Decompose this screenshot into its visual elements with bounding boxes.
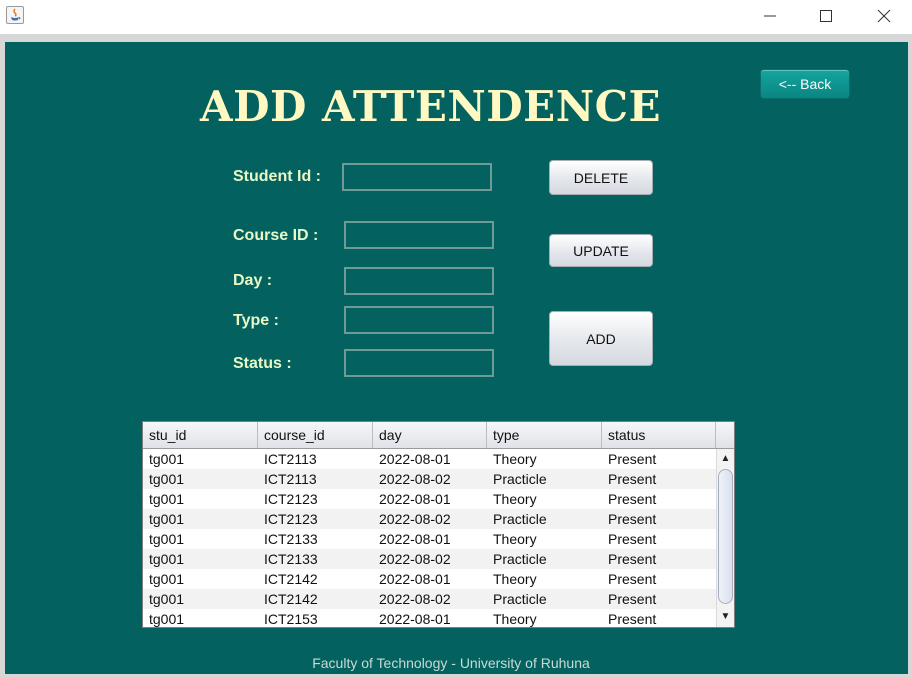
- course-id-field[interactable]: [344, 221, 494, 249]
- table-row[interactable]: tg001 ICT2142 2022-08-02 Practicle Present: [143, 589, 716, 609]
- table-row[interactable]: tg001 ICT2113 2022-08-01 Theory Present: [143, 449, 716, 469]
- cell-type: Theory: [493, 451, 537, 467]
- cell-type: Practicle: [493, 511, 547, 527]
- status-label: Status :: [233, 355, 292, 372]
- cell-stu-id: tg001: [149, 491, 185, 507]
- student-id-label: Student Id :: [233, 168, 321, 185]
- cell-day: 2022-08-01: [379, 611, 451, 627]
- table-row[interactable]: tg001 ICT2113 2022-08-02 Practicle Present: [143, 469, 716, 489]
- cell-stu-id: tg001: [149, 511, 185, 527]
- table-row[interactable]: tg001 ICT2133 2022-08-02 Practicle Present: [143, 549, 716, 569]
- cell-type: Theory: [493, 531, 537, 547]
- cell-type: Theory: [493, 571, 537, 587]
- cell-status: Present: [608, 611, 657, 627]
- column-header-day[interactable]: day: [373, 422, 487, 448]
- table-row[interactable]: tg001 ICT2133 2022-08-01 Theory Present: [143, 529, 716, 549]
- cell-status: Present: [608, 451, 657, 467]
- cell-status: Present: [608, 471, 657, 487]
- cell-day: 2022-08-02: [379, 591, 451, 607]
- cell-day: 2022-08-01: [379, 451, 451, 467]
- column-header-status[interactable]: status: [602, 422, 716, 448]
- column-header-stu-id[interactable]: stu_id: [143, 422, 258, 448]
- maximize-icon: [820, 10, 832, 22]
- cell-day: 2022-08-01: [379, 571, 451, 587]
- cell-status: Present: [608, 491, 657, 507]
- cell-stu-id: tg001: [149, 471, 185, 487]
- attendance-table[interactable]: stu_id course_id day type status tg001 IC…: [142, 421, 735, 628]
- cell-stu-id: tg001: [149, 531, 185, 547]
- scroll-down-arrow-icon[interactable]: ▼: [717, 609, 734, 625]
- cell-type: Practicle: [493, 471, 547, 487]
- column-header-course-id[interactable]: course_id: [258, 422, 373, 448]
- status-field[interactable]: [344, 349, 494, 377]
- cell-course-id: ICT2113: [264, 471, 317, 487]
- cell-course-id: ICT2123: [264, 511, 318, 527]
- footer-text: Faculty of Technology - University of Ru…: [312, 655, 590, 671]
- delete-button[interactable]: DELETE: [549, 160, 653, 195]
- cell-day: 2022-08-01: [379, 491, 451, 507]
- day-field[interactable]: [344, 267, 494, 295]
- window-titlebar: [0, 0, 912, 34]
- table-body: tg001 ICT2113 2022-08-01 Theory Present tg001…: [143, 449, 716, 627]
- cell-status: Present: [608, 571, 657, 587]
- cell-status: Present: [608, 591, 657, 607]
- cell-course-id: ICT2142: [264, 571, 318, 587]
- minimize-icon: [764, 15, 776, 17]
- type-label: Type :: [233, 312, 279, 329]
- cell-day: 2022-08-02: [379, 551, 451, 567]
- student-id-field[interactable]: [342, 163, 492, 191]
- update-button[interactable]: UPDATE: [549, 234, 653, 267]
- cell-day: 2022-08-02: [379, 511, 451, 527]
- table-row[interactable]: tg001 ICT2123 2022-08-01 Theory Present: [143, 489, 716, 509]
- type-field[interactable]: [344, 306, 494, 334]
- java-app-icon: [6, 6, 24, 24]
- add-button[interactable]: ADD: [549, 311, 653, 366]
- cell-day: 2022-08-01: [379, 531, 451, 547]
- course-id-label: Course ID :: [233, 227, 319, 244]
- table-header: stu_id course_id day type status: [143, 422, 734, 449]
- scroll-up-arrow-icon[interactable]: ▲: [717, 451, 734, 467]
- minimize-button[interactable]: [750, 4, 790, 28]
- cell-type: Theory: [493, 611, 537, 627]
- back-button[interactable]: <-- Back: [760, 69, 850, 99]
- cell-stu-id: tg001: [149, 591, 185, 607]
- page-title: ADD ATTENDENCE: [200, 82, 662, 131]
- close-button[interactable]: [864, 4, 904, 28]
- cell-course-id: ICT2142: [264, 591, 318, 607]
- maximize-button[interactable]: [806, 4, 846, 28]
- cell-type: Practicle: [493, 591, 547, 607]
- table-row[interactable]: tg001 ICT2123 2022-08-02 Practicle Present: [143, 509, 716, 529]
- cell-status: Present: [608, 511, 657, 527]
- cell-stu-id: tg001: [149, 571, 185, 587]
- cell-stu-id: tg001: [149, 551, 185, 567]
- table-row[interactable]: tg001 ICT2142 2022-08-01 Theory Present: [143, 569, 716, 589]
- cell-type: Theory: [493, 491, 537, 507]
- cell-status: Present: [608, 531, 657, 547]
- cell-course-id: ICT2113: [264, 451, 317, 467]
- column-header-type[interactable]: type: [487, 422, 602, 448]
- cell-course-id: ICT2153: [264, 611, 318, 627]
- cell-status: Present: [608, 551, 657, 567]
- column-header-corner: [716, 422, 734, 448]
- day-label: Day :: [233, 272, 273, 289]
- table-row[interactable]: tg001 ICT2153 2022-08-01 Theory Present: [143, 609, 716, 627]
- cell-day: 2022-08-02: [379, 471, 451, 487]
- cell-stu-id: tg001: [149, 451, 185, 467]
- vertical-scrollbar[interactable]: ▲ ▼: [716, 449, 734, 627]
- cell-course-id: ICT2133: [264, 531, 318, 547]
- close-icon: [877, 9, 891, 23]
- cell-type: Practicle: [493, 551, 547, 567]
- cell-stu-id: tg001: [149, 611, 185, 627]
- cell-course-id: ICT2133: [264, 551, 318, 567]
- scrollbar-thumb[interactable]: [718, 469, 733, 604]
- cell-course-id: ICT2123: [264, 491, 318, 507]
